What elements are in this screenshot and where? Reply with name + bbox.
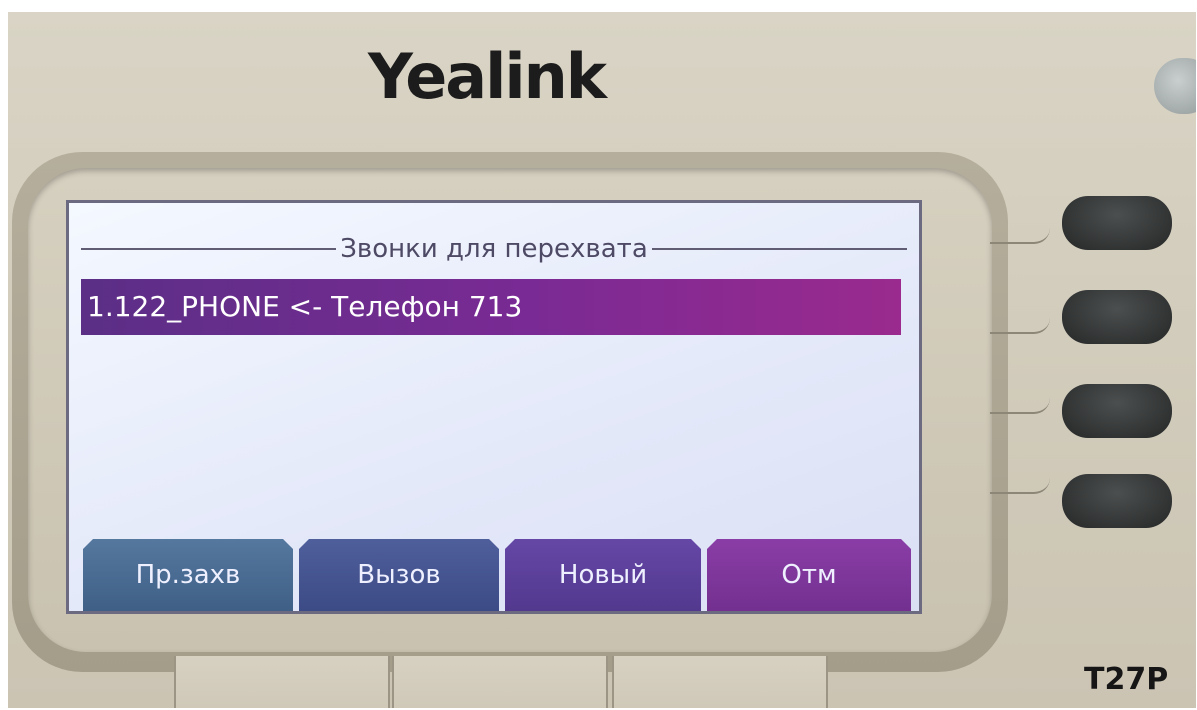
lcd-screen: Звонки для перехвата 1.122_PHONE <- Теле… [66,200,922,614]
line-key-2[interactable] [1062,290,1172,344]
line-key-connector-3 [990,398,1050,414]
line-key-3[interactable] [1062,384,1172,438]
softkey-cancel[interactable]: Отм [707,539,911,611]
hard-softkey-2[interactable] [392,656,608,708]
header-rule-right [651,248,908,250]
line-key-1[interactable] [1062,196,1172,250]
brand-logo: Yealink [368,40,607,113]
screen-title: Звонки для перехвата [340,234,648,264]
softkey-call[interactable]: Вызов [299,539,499,611]
call-list-item-selected[interactable]: 1.122_PHONE <- Телефон 713 [81,279,901,335]
softkey-pickup[interactable]: Пр.захв [83,539,293,611]
line-key-4[interactable] [1062,474,1172,528]
hard-softkey-1[interactable] [174,656,390,708]
phone-photo: Yealink Звонки для перехвата 1.122_PHONE… [8,12,1196,708]
softkey-new[interactable]: Новый [505,539,701,611]
line-key-connector-4 [990,478,1050,494]
lcd-header: Звонки для перехвата [81,229,908,269]
line-key-connector-2 [990,318,1050,334]
softkey-bar: Пр.захв Вызов Новый Отм [83,529,922,609]
model-label: T27P [1084,662,1169,697]
header-rule-left [81,248,337,250]
hard-softkey-3[interactable] [612,656,828,708]
line-key-connector-1 [990,228,1050,244]
status-led [1154,58,1196,114]
